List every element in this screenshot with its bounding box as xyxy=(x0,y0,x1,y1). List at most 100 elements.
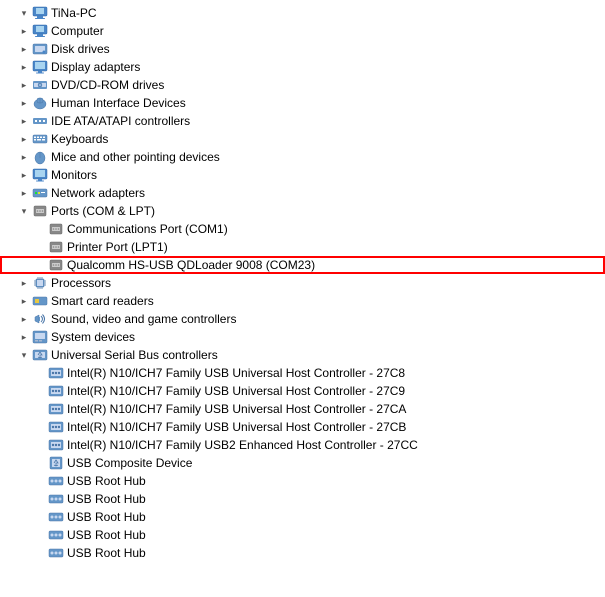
expand-placeholder xyxy=(32,257,48,273)
tree-item-usbcomp[interactable]: USB Composite Device xyxy=(0,454,605,472)
item-label-display: Display adapters xyxy=(51,58,140,76)
tree-item-sound[interactable]: ▸Sound, video and game controllers xyxy=(0,310,605,328)
item-label-usbhub1: USB Root Hub xyxy=(67,472,146,490)
icon-hid xyxy=(32,95,48,111)
item-label-usbhub4: USB Root Hub xyxy=(67,526,146,544)
icon-usbhub xyxy=(48,545,64,561)
expand-placeholder xyxy=(32,239,48,255)
expand-icon-sound[interactable]: ▸ xyxy=(16,311,32,327)
tree-item-lpt1[interactable]: Printer Port (LPT1) xyxy=(0,238,605,256)
item-label-computer: Computer xyxy=(51,22,104,40)
icon-usbctrl xyxy=(48,365,64,381)
expand-placeholder xyxy=(32,527,48,543)
expand-placeholder xyxy=(32,383,48,399)
tree-item-hid[interactable]: ▸ Human Interface Devices xyxy=(0,94,605,112)
item-label-usbhub3: USB Root Hub xyxy=(67,508,146,526)
icon-processor xyxy=(32,275,48,291)
tree-item-usb3[interactable]: Intel(R) N10/ICH7 Family USB Universal H… xyxy=(0,400,605,418)
tree-item-usbhub4[interactable]: USB Root Hub xyxy=(0,526,605,544)
tree-item-usb[interactable]: ▾Universal Serial Bus controllers xyxy=(0,346,605,364)
item-label-mice: Mice and other pointing devices xyxy=(51,148,220,166)
expand-placeholder xyxy=(32,455,48,471)
tree-item-ide[interactable]: ▸IDE ATA/ATAPI controllers xyxy=(0,112,605,130)
tree-item-dvd[interactable]: ▸ DVD/CD-ROM drives xyxy=(0,76,605,94)
expand-placeholder xyxy=(32,401,48,417)
item-label-dvd: DVD/CD-ROM drives xyxy=(51,76,164,94)
icon-port xyxy=(48,221,64,237)
expand-placeholder xyxy=(32,491,48,507)
expand-icon-ports[interactable]: ▾ xyxy=(16,203,32,219)
expand-icon-keyboards[interactable]: ▸ xyxy=(16,131,32,147)
expand-icon-processors[interactable]: ▸ xyxy=(16,275,32,291)
expand-icon-system[interactable]: ▸ xyxy=(16,329,32,345)
item-label-com1: Communications Port (COM1) xyxy=(67,220,228,238)
item-label-usb5: Intel(R) N10/ICH7 Family USB2 Enhanced H… xyxy=(67,436,418,454)
tree-item-usb4[interactable]: Intel(R) N10/ICH7 Family USB Universal H… xyxy=(0,418,605,436)
tree-item-usb2[interactable]: Intel(R) N10/ICH7 Family USB Universal H… xyxy=(0,382,605,400)
icon-disk xyxy=(32,41,48,57)
tree-item-usbhub3[interactable]: USB Root Hub xyxy=(0,508,605,526)
expand-icon-ide[interactable]: ▸ xyxy=(16,113,32,129)
tree-item-smartcard[interactable]: ▸Smart card readers xyxy=(0,292,605,310)
icon-usb xyxy=(32,347,48,363)
icon-smartcard xyxy=(32,293,48,309)
root-label: TiNa-PC xyxy=(51,4,97,22)
item-label-network: Network adapters xyxy=(51,184,145,202)
expand-icon-mice[interactable]: ▸ xyxy=(16,149,32,165)
expand-icon-hid[interactable]: ▸ xyxy=(16,95,32,111)
item-label-system: System devices xyxy=(51,328,135,346)
tree-item-system[interactable]: ▸ System devices xyxy=(0,328,605,346)
icon-network xyxy=(32,185,48,201)
icon-usbhub xyxy=(48,509,64,525)
icon-usbctrl xyxy=(48,401,64,417)
expand-placeholder xyxy=(32,437,48,453)
tree-item-qualcomm[interactable]: Qualcomm HS-USB QDLoader 9008 (COM23) xyxy=(0,256,605,274)
icon-port xyxy=(48,257,64,273)
expand-icon-disk[interactable]: ▸ xyxy=(16,41,32,57)
device-manager-tree: ▾ TiNa-PC ▸Computer▸Disk drives▸Display … xyxy=(0,0,605,566)
tree-root[interactable]: ▾ TiNa-PC xyxy=(0,4,605,22)
tree-item-display[interactable]: ▸ Display adapters xyxy=(0,58,605,76)
tree-item-computer[interactable]: ▸ Computer xyxy=(0,22,605,40)
tree-item-com1[interactable]: Communications Port (COM1) xyxy=(0,220,605,238)
item-label-processors: Processors xyxy=(51,274,111,292)
tree-item-mice[interactable]: ▸ Mice and other pointing devices xyxy=(0,148,605,166)
tree-item-keyboards[interactable]: ▸Keyboards xyxy=(0,130,605,148)
tree-item-usbhub2[interactable]: USB Root Hub xyxy=(0,490,605,508)
tree-item-usb5[interactable]: Intel(R) N10/ICH7 Family USB2 Enhanced H… xyxy=(0,436,605,454)
root-expand-icon[interactable]: ▾ xyxy=(16,5,32,21)
root-icon xyxy=(32,5,48,21)
expand-placeholder xyxy=(32,365,48,381)
item-label-qualcomm: Qualcomm HS-USB QDLoader 9008 (COM23) xyxy=(67,256,315,274)
tree-item-ports[interactable]: ▾ Ports (COM & LPT) xyxy=(0,202,605,220)
tree-item-network[interactable]: ▸ Network adapters xyxy=(0,184,605,202)
expand-icon-display[interactable]: ▸ xyxy=(16,59,32,75)
expand-icon-monitors[interactable]: ▸ xyxy=(16,167,32,183)
icon-usbhub xyxy=(48,473,64,489)
icon-keyboard xyxy=(32,131,48,147)
expand-icon-usb[interactable]: ▾ xyxy=(16,347,32,363)
tree-item-processors[interactable]: ▸ Processors xyxy=(0,274,605,292)
expand-icon-computer[interactable]: ▸ xyxy=(16,23,32,39)
tree-item-usb1[interactable]: Intel(R) N10/ICH7 Family USB Universal H… xyxy=(0,364,605,382)
item-label-usbhub2: USB Root Hub xyxy=(67,490,146,508)
expand-placeholder xyxy=(32,221,48,237)
icon-ide xyxy=(32,113,48,129)
item-label-usb2: Intel(R) N10/ICH7 Family USB Universal H… xyxy=(67,382,405,400)
tree-item-monitors[interactable]: ▸Monitors xyxy=(0,166,605,184)
icon-computer xyxy=(32,23,48,39)
expand-icon-smartcard[interactable]: ▸ xyxy=(16,293,32,309)
icon-display xyxy=(32,59,48,75)
item-label-ports: Ports (COM & LPT) xyxy=(51,202,155,220)
item-label-hid: Human Interface Devices xyxy=(51,94,186,112)
icon-port xyxy=(32,203,48,219)
icon-usbctrl xyxy=(48,383,64,399)
expand-icon-network[interactable]: ▸ xyxy=(16,185,32,201)
tree-item-usbhub5[interactable]: USB Root Hub xyxy=(0,544,605,562)
tree-item-disk[interactable]: ▸Disk drives xyxy=(0,40,605,58)
item-label-usbhub5: USB Root Hub xyxy=(67,544,146,562)
expand-icon-dvd[interactable]: ▸ xyxy=(16,77,32,93)
expand-placeholder xyxy=(32,509,48,525)
tree-item-usbhub1[interactable]: USB Root Hub xyxy=(0,472,605,490)
icon-port xyxy=(48,239,64,255)
